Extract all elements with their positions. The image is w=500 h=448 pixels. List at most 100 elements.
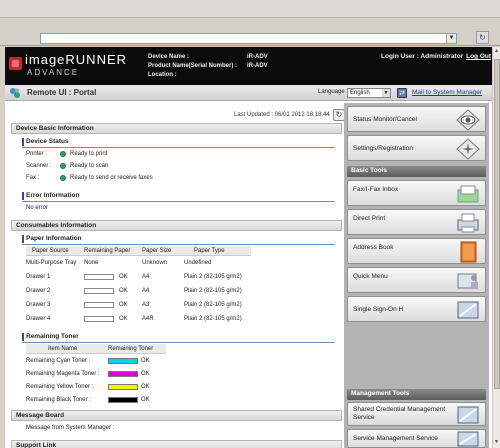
language-value: English <box>350 90 370 96</box>
single-sign-on-button[interactable]: Single Sign-On H <box>347 296 486 322</box>
shared-credential-button[interactable]: Shared Credential Management Service <box>347 402 486 426</box>
magenta-toner-swatch <box>108 371 138 377</box>
section-marker <box>22 333 24 341</box>
paper-type: Undefined <box>184 260 212 266</box>
paper-size: A4 <box>142 274 150 280</box>
paper-source: Drawer 1 <box>26 274 51 280</box>
single-sign-on-icon <box>457 301 479 319</box>
message-board-header: Message Board <box>11 410 342 421</box>
shared-credential-label-1: Shared Credential Management <box>353 406 446 413</box>
paper-type: Plain 2 (82-105 g/m2) <box>184 302 242 308</box>
divider <box>22 244 335 245</box>
address-dropdown-icon[interactable]: ▼ <box>446 34 456 43</box>
paper-source: Drawer 3 <box>26 302 51 308</box>
black-toner-swatch <box>108 397 138 403</box>
paper-source: Multi-Purpose Tray <box>26 260 77 266</box>
printer-label: Printer : <box>26 151 48 157</box>
settings-registration-button[interactable]: Settings/Registration <box>347 135 486 161</box>
paper-source: Drawer 2 <box>26 288 51 294</box>
settings-icon <box>456 138 480 160</box>
management-tools-header: Management Tools <box>347 389 486 400</box>
cyan-toner-swatch <box>108 358 138 364</box>
direct-print-button[interactable]: Direct Print <box>347 209 486 235</box>
address-bar[interactable]: ▼ <box>40 33 457 44</box>
toner-name: Remaining Yellow Toner : <box>26 384 94 390</box>
paper-type: Plain 2 (82-105 g/m2) <box>184 288 242 294</box>
paper-type: Plain 2 (82-105 g/m2) <box>184 316 242 322</box>
browser-toolbar <box>0 0 500 18</box>
quick-menu-button[interactable]: Quick Menu <box>347 267 486 293</box>
login-info: Login User : Administrator Log Out <box>381 53 491 60</box>
shared-credential-icon <box>457 406 479 424</box>
divider <box>22 147 335 148</box>
status-ok-icon <box>60 151 66 157</box>
browser-refresh-icon[interactable]: ↻ <box>476 31 489 44</box>
error-info-title: Error Information <box>26 192 80 199</box>
fax-inbox-button[interactable]: Fax/I-Fax Inbox <box>347 180 486 206</box>
scanner-status: Ready to scan <box>70 163 109 169</box>
col-item-name: Item Name <box>48 346 78 352</box>
paper-type: Plain 2 (82-105 g/m2) <box>184 274 242 280</box>
status-monitor-button[interactable]: Status Monitor/Cancel <box>347 106 486 132</box>
quick-menu-label: Quick Menu <box>353 273 388 280</box>
product-name-label: Product Name(Serial Number) : <box>148 63 238 69</box>
vertical-scrollbar[interactable]: ▲ ▼ <box>492 47 500 448</box>
toner-name: Remaining Magenta Toner : <box>26 371 100 377</box>
paper-remaining: OK <box>119 288 128 294</box>
status-ok-icon <box>60 175 66 181</box>
login-user: Login User : Administrator <box>381 53 464 60</box>
section-marker <box>22 235 24 243</box>
main-panel: Last Updated : 06/01 2012 18:18:44 ↻ Dev… <box>8 103 345 448</box>
settings-registration-label: Settings/Registration <box>353 145 413 152</box>
service-management-label: Service Management Service <box>353 435 438 442</box>
paper-remaining: OK <box>119 316 128 322</box>
device-info-values: iR-ADV iR-ADV <box>247 53 268 71</box>
paper-level-bar <box>84 302 114 308</box>
col-paper-type: Paper Type <box>194 248 225 254</box>
paper-size: A4R <box>142 316 154 322</box>
single-sign-on-label: Single Sign-On H <box>353 306 404 313</box>
scanner-label: Scanner : <box>26 163 52 169</box>
paper-remaining: OK <box>119 274 128 280</box>
support-links-header: Support Link <box>11 440 342 448</box>
mail-system-manager-link[interactable]: Mail to System Manager <box>412 89 482 96</box>
toner-name: Remaining Black Toner : <box>26 397 91 403</box>
status-ok-icon <box>60 163 66 169</box>
toner-value: OK <box>141 384 150 390</box>
shared-credential-label-2: Service <box>353 414 375 421</box>
col-paper-source: Paper Source <box>32 248 69 254</box>
message-from-label: Message from System Manager : <box>26 425 115 431</box>
section-marker <box>22 192 24 200</box>
address-book-button[interactable]: Address Book <box>347 238 486 264</box>
paper-remaining: OK <box>119 302 128 308</box>
side-panel: Status Monitor/Cancel Settings/Registrat… <box>344 103 489 448</box>
printer-icon <box>457 213 479 233</box>
device-name-label: Device Name : <box>148 54 190 60</box>
web-page: imageRUNNER ADVANCE Device Name : Produc… <box>5 47 492 448</box>
scroll-up-icon[interactable]: ▲ <box>493 48 500 56</box>
divider <box>22 342 335 343</box>
chevron-down-icon: ▼ <box>382 89 390 97</box>
paper-level-bar <box>84 288 114 294</box>
paper-info-title: Paper Information <box>26 235 82 242</box>
consumables-info-header: Consumables Information <box>11 220 342 231</box>
address-book-label: Address Book <box>353 244 394 251</box>
logout-link[interactable]: Log Out <box>466 53 491 60</box>
fax-inbox-icon <box>457 185 479 203</box>
paper-remaining: None <box>84 260 99 266</box>
col-remaining-toner: Remaining Toner <box>108 346 154 352</box>
language-apply-icon[interactable]: ⇄ <box>397 88 407 98</box>
paper-size: A3 <box>142 302 150 308</box>
toner-value: OK <box>141 358 150 364</box>
scrollbar-thumb[interactable] <box>494 59 500 389</box>
paper-level-bar <box>84 274 114 280</box>
quick-menu-icon <box>457 273 478 289</box>
direct-print-label: Direct Print <box>353 215 386 222</box>
scroll-down-icon[interactable]: ▼ <box>493 439 500 447</box>
toner-name: Remaining Cyan Toner : <box>26 358 91 364</box>
canon-logo-icon <box>9 57 22 70</box>
service-management-button[interactable]: Service Management Service <box>347 429 486 448</box>
device-name-value: iR-ADV <box>247 54 268 60</box>
status-monitor-label: Status Monitor/Cancel <box>353 116 417 123</box>
language-select[interactable]: English ▼ <box>347 88 391 98</box>
